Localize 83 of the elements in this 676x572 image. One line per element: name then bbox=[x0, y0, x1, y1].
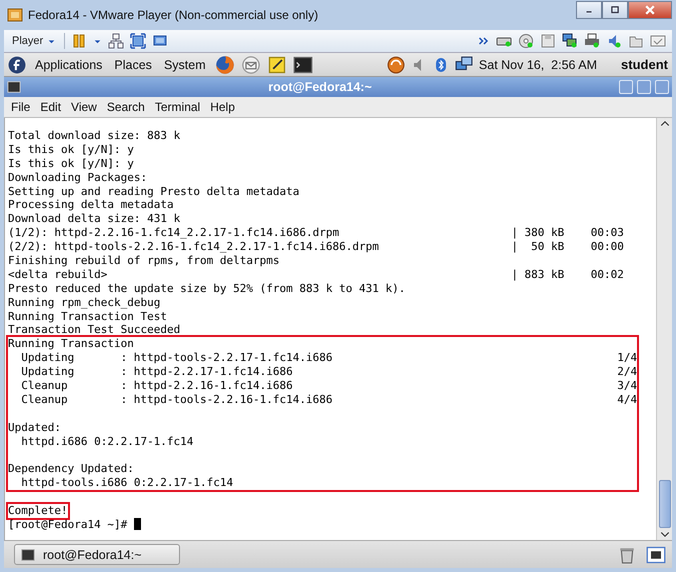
update-icon[interactable] bbox=[386, 56, 405, 74]
download-time: 00:02 bbox=[590, 268, 624, 282]
browser-icon[interactable] bbox=[214, 54, 235, 74]
terminal-line: httpd.i686 0:2.2.17-1.fc14 bbox=[21, 434, 194, 448]
terminal-line: Updated: bbox=[8, 420, 61, 435]
printer-icon[interactable] bbox=[584, 33, 600, 49]
terminal-line: Running Transaction Test bbox=[8, 310, 167, 324]
terminal-line: <delta rebuild> bbox=[8, 268, 108, 281]
download-size: | 883 kB bbox=[511, 268, 564, 281]
pause-icon[interactable] bbox=[71, 33, 88, 49]
step-progress: 3/4 bbox=[617, 379, 638, 393]
network-icon[interactable] bbox=[108, 33, 124, 49]
menu-item[interactable]: Search bbox=[102, 100, 150, 114]
step-action: Updating bbox=[21, 351, 74, 364]
fullscreen-icon[interactable] bbox=[130, 33, 146, 49]
terminal-line: Total download size: 883 k bbox=[8, 129, 180, 143]
package-name: : httpd-tools-2.2.17-1.fc14.i686 bbox=[120, 351, 332, 364]
menu-item[interactable]: File bbox=[6, 100, 36, 114]
shell-prompt: [root@Fedora14 ~]# bbox=[8, 518, 128, 532]
terminal-line: Running rpm_check_debug bbox=[8, 296, 160, 310]
close-icon bbox=[644, 4, 656, 16]
terminal-line: (1/2): httpd-2.2.16-1.fc14_2.2.17-1.fc14.i686.drpm bbox=[8, 226, 340, 240]
package-name: : httpd-tools-2.2.16-1.fc14.i686 bbox=[120, 392, 332, 406]
floppy-icon[interactable] bbox=[540, 33, 556, 49]
download-time: 00:03 bbox=[590, 226, 624, 240]
terminal-line: Presto reduced the update size by 52% (from 883 k to 431 k). bbox=[8, 282, 406, 296]
menu-item[interactable]: Terminal bbox=[150, 100, 206, 114]
terminal-line: Finishing rebuild of rpms, from deltarpms bbox=[8, 254, 280, 268]
terminal-icon[interactable] bbox=[292, 54, 313, 74]
terminal-icon bbox=[7, 80, 21, 94]
terminal-line: Setting up and reading Presto delta metadata bbox=[8, 184, 300, 198]
app-icon bbox=[7, 7, 23, 23]
terminal-line: httpd-tools.i686 0:2.2.17-1.fc14 bbox=[21, 476, 234, 490]
terminal-line: Is this ok [y/N]: y bbox=[8, 142, 134, 157]
download-size: | 50 kB bbox=[511, 240, 564, 254]
cd-icon[interactable] bbox=[518, 33, 534, 49]
terminal-line: Processing delta metadata bbox=[8, 198, 174, 212]
player-menu[interactable]: Player bbox=[10, 35, 58, 47]
taskbar-item[interactable]: root@Fedora14:~ bbox=[14, 544, 180, 565]
clock[interactable]: Sat Nov 16, 2:56 AM bbox=[478, 58, 598, 72]
step-action: Updating bbox=[21, 365, 74, 378]
terminal-line: Complete! bbox=[8, 504, 68, 518]
package-name: : httpd-2.2.16-1.fc14.i686 bbox=[120, 379, 293, 392]
mail-icon[interactable] bbox=[240, 54, 261, 74]
panel-menu[interactable]: System bbox=[160, 58, 209, 72]
text-cursor bbox=[134, 518, 141, 530]
user-name[interactable]: student bbox=[621, 57, 668, 72]
scroll-thumb[interactable] bbox=[658, 480, 670, 528]
sound-icon[interactable] bbox=[606, 33, 622, 49]
terminal-line: (2/2): httpd-tools-2.2.16-1.fc14_2.2.17-1.fc14.i686.drpm bbox=[8, 240, 379, 254]
network-adapter-icon[interactable] bbox=[562, 33, 578, 49]
maximize-icon bbox=[610, 5, 620, 15]
close-button[interactable] bbox=[628, 1, 672, 19]
step-action: Cleanup bbox=[21, 392, 68, 406]
terminal-line: Transaction Test Succeeded bbox=[8, 323, 180, 338]
terminal-line: Downloading Packages: bbox=[8, 170, 148, 185]
step-action: Cleanup bbox=[21, 379, 68, 392]
trash-icon[interactable] bbox=[618, 546, 636, 564]
menu-item[interactable]: View bbox=[66, 100, 102, 114]
download-time: 00:00 bbox=[590, 240, 624, 254]
step-progress: 4/4 bbox=[617, 392, 638, 407]
step-progress: 2/4 bbox=[617, 365, 638, 380]
terminal-line: Is this ok [y/N]: y bbox=[8, 156, 134, 171]
menu-item[interactable]: Edit bbox=[35, 100, 66, 114]
notes-icon[interactable] bbox=[266, 54, 287, 74]
panel-menu[interactable]: Applications bbox=[32, 58, 106, 72]
download-size: | 380 kB bbox=[511, 226, 564, 240]
minimize-button[interactable] bbox=[576, 1, 602, 19]
terminal-line: Running Transaction bbox=[8, 337, 134, 352]
terminal-title: root@Fedora14:~ bbox=[267, 80, 373, 94]
menu-item[interactable]: Help bbox=[205, 100, 240, 114]
terminal-icon bbox=[21, 548, 35, 562]
scrollbar[interactable] bbox=[656, 118, 672, 540]
package-name: : httpd-2.2.17-1.fc14.i686 bbox=[120, 365, 293, 378]
terminal-line: Download delta size: 431 k bbox=[8, 212, 180, 226]
step-progress: 1/4 bbox=[617, 351, 638, 366]
more-icon[interactable] bbox=[478, 35, 490, 47]
maximize-button[interactable] bbox=[602, 1, 628, 19]
panel-menu[interactable]: Places bbox=[111, 58, 155, 72]
terminal-line: Dependency Updated: bbox=[8, 462, 134, 476]
window-title: Fedora14 - VMware Player (Non-commercial use only) bbox=[28, 8, 320, 22]
fedora-logo-icon[interactable] bbox=[8, 56, 26, 74]
workspace-icon[interactable] bbox=[646, 544, 666, 564]
